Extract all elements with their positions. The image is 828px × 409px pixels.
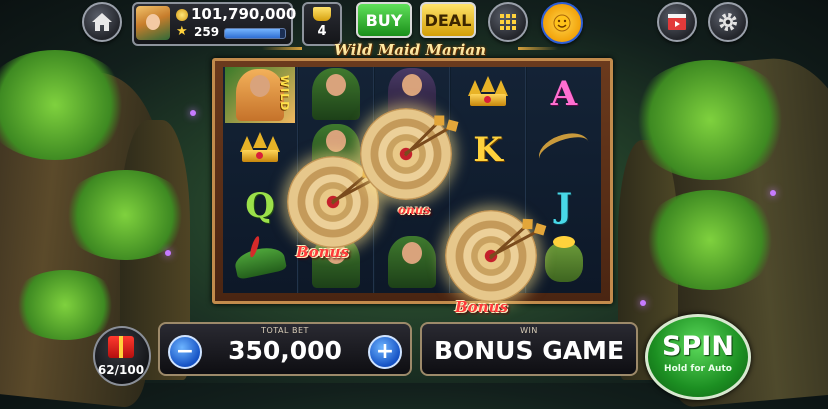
clapperboard-icon	[668, 14, 686, 30]
total-bet-value: 350,000	[228, 336, 342, 365]
trophy-button[interactable]: 4	[302, 2, 342, 46]
firefly	[165, 250, 171, 256]
grid-icon	[500, 14, 516, 30]
moss-patch	[640, 190, 780, 290]
total-bet-panel: TOTAL BET − 350,000 +	[158, 322, 412, 376]
gold-bag-icon	[545, 236, 583, 282]
title-arrow-right	[518, 47, 558, 50]
symbol-robin-hood	[301, 67, 371, 121]
gear-icon	[719, 13, 737, 31]
crown-icon	[466, 76, 510, 112]
xp-progress-fill	[225, 29, 281, 38]
xp-progress-bar	[224, 28, 286, 39]
symbol-crown	[453, 67, 523, 121]
firefly	[770, 190, 776, 196]
home-icon	[92, 13, 112, 31]
symbol-bow	[529, 123, 599, 177]
bow-icon	[534, 126, 594, 174]
bonus-label: Bonus	[296, 243, 349, 261]
trophy-icon	[313, 7, 331, 21]
deal-button[interactable]: DEAL	[420, 2, 476, 38]
symbol-hat	[225, 235, 295, 289]
increase-bet-button[interactable]: +	[368, 335, 402, 369]
video-reward-button[interactable]	[657, 2, 697, 42]
spin-label: SPIN	[662, 331, 734, 362]
win-value: BONUS GAME	[433, 336, 625, 365]
bonus-label: Bonus	[455, 298, 508, 316]
moss-patch	[10, 270, 120, 340]
win-label: WIN	[520, 326, 538, 335]
daily-bonus-button[interactable]	[541, 2, 583, 44]
firefly	[190, 110, 196, 116]
player-level: 259	[194, 25, 220, 39]
symbol-a: A	[550, 74, 578, 114]
symbol-robin-hood	[377, 235, 447, 289]
coin-balance: 101,790,000	[191, 5, 297, 23]
symbol-crown	[225, 123, 295, 177]
moss-patch	[630, 60, 790, 180]
symbol-wild-maid-marian: WILD	[225, 67, 295, 123]
spin-hold-hint: Hold for Auto	[664, 364, 732, 374]
game-title: Wild Maid Marian	[334, 41, 486, 59]
symbol-q: Q	[245, 186, 275, 226]
crown-icon	[238, 132, 282, 168]
title-arrow-left	[262, 47, 302, 50]
total-bet-label: TOTAL BET	[261, 326, 309, 335]
gift-box-icon	[108, 336, 134, 358]
decrease-bet-button[interactable]: −	[168, 335, 202, 369]
trophy-count: 4	[317, 24, 327, 39]
games-menu-button[interactable]	[488, 2, 528, 42]
sun-icon	[553, 14, 571, 32]
symbol-gold-bag	[529, 235, 599, 289]
gift-box-progress: 62/100	[97, 363, 145, 377]
bonus-label-partial: onus	[398, 203, 431, 217]
settings-button[interactable]	[708, 2, 748, 42]
symbol-k: K	[473, 130, 503, 170]
avatar	[136, 6, 170, 40]
firefly	[640, 300, 646, 306]
home-button[interactable]	[82, 2, 122, 42]
reel-5: A J	[527, 67, 601, 293]
gift-box-button[interactable]	[93, 326, 151, 386]
wild-label: WILD	[278, 75, 291, 112]
feathered-hat-icon	[232, 235, 288, 280]
moss-patch	[60, 170, 190, 260]
coin-icon	[176, 9, 188, 21]
win-panel: WIN BONUS GAME	[420, 322, 638, 376]
buy-button[interactable]: BUY	[356, 2, 412, 38]
reel-1: WILD Q	[223, 67, 298, 293]
player-profile-card[interactable]: 101,790,000 ★ 259	[132, 2, 297, 46]
star-icon: ★	[176, 24, 188, 39]
spin-button[interactable]: SPIN Hold for Auto	[645, 314, 751, 400]
